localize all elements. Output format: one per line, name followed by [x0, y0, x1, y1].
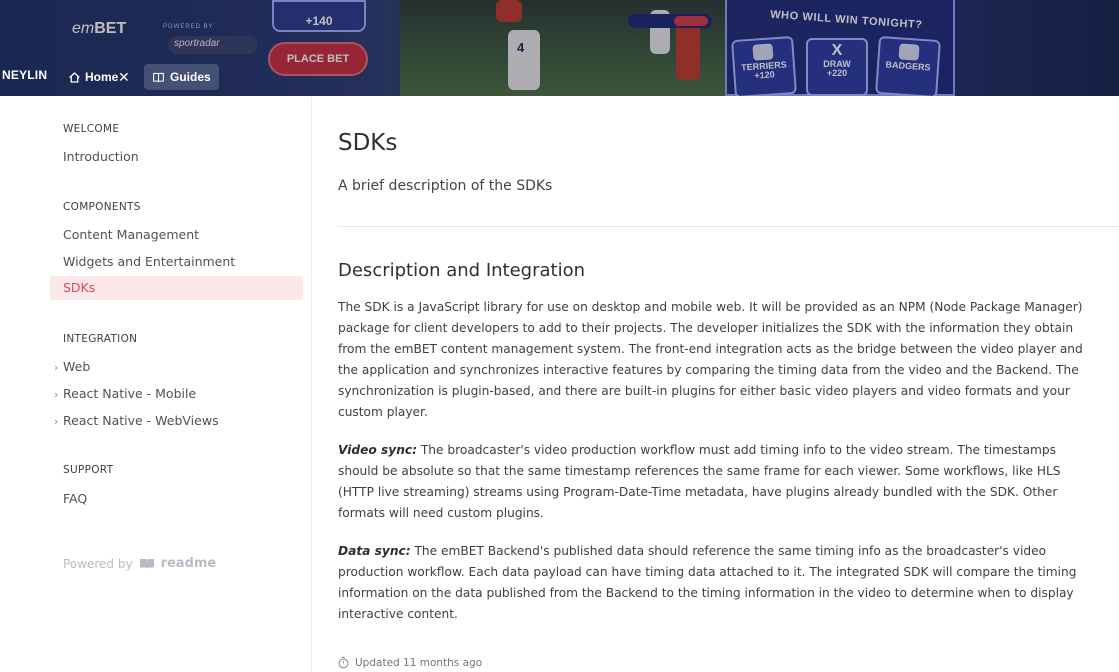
chevron-right-icon: › [54, 361, 59, 374]
moneyline-label: NEYLIN [2, 68, 48, 82]
page-title: SDKs [338, 130, 398, 156]
updated-info: Updated 11 months ago [338, 656, 482, 669]
sidebar-section-welcome: WELCOME [63, 123, 120, 135]
sidebar-item-content-management[interactable]: Content Management [63, 227, 199, 242]
close-icon: ✕ [118, 70, 130, 86]
sidebar: WELCOME Introduction COMPONENTS Content … [0, 96, 312, 672]
home-icon [69, 71, 80, 83]
video-sync-label: Video sync: [338, 443, 417, 457]
sidebar-item-react-native-mobile[interactable]: › React Native - Mobile [54, 386, 196, 401]
nav-home[interactable]: Home [68, 65, 118, 89]
sidebar-item-faq[interactable]: FAQ [63, 491, 87, 506]
chevron-right-icon: › [54, 388, 59, 401]
main-content: SDKs A brief description of the SDKs Des… [312, 96, 1119, 672]
chevron-right-icon: › [54, 415, 59, 428]
sidebar-section-components: COMPONENTS [63, 201, 141, 213]
sidebar-item-react-native-webviews[interactable]: › React Native - WebViews [54, 413, 219, 428]
readme-logo-icon [139, 558, 154, 569]
stopwatch-icon [338, 656, 349, 669]
paragraph-data-sync: Data sync: The emBET Backend's published… [338, 544, 1077, 621]
paragraph-video-sync: Video sync: The broadcaster's video prod… [338, 443, 1061, 520]
sidebar-item-sdks[interactable]: SDKs [50, 276, 303, 300]
section-heading: Description and Integration [338, 260, 586, 281]
nav-guides[interactable]: Guides [144, 64, 219, 90]
divider [338, 226, 1119, 227]
book-icon [153, 72, 164, 82]
sidebar-item-widgets[interactable]: Widgets and Entertainment [63, 254, 235, 269]
data-sync-label: Data sync: [338, 544, 411, 558]
sidebar-section-support: SUPPORT [63, 464, 114, 476]
sidebar-item-introduction[interactable]: Introduction [63, 149, 139, 164]
sidebar-item-web[interactable]: › Web [54, 359, 90, 374]
header-banner: 4 emBET POWERED BY sportradar +140 PLACE… [0, 0, 1119, 96]
sidebar-section-integration: INTEGRATION [63, 333, 138, 345]
page-subtitle: A brief description of the SDKs [338, 178, 553, 194]
powered-by-readme[interactable]: Powered by readme [63, 556, 216, 571]
paragraph-description: The SDK is a JavaScript library for use … [338, 300, 1083, 419]
